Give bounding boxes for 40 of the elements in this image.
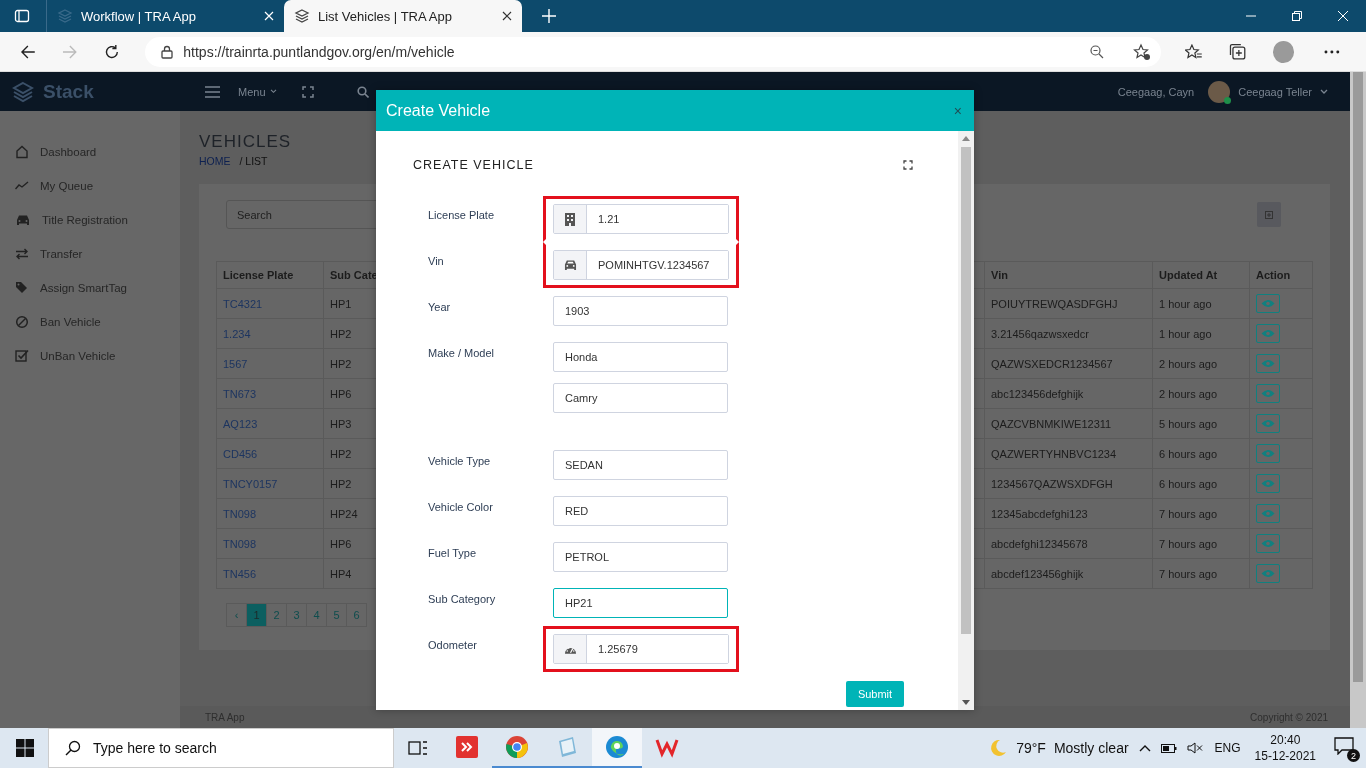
table-cell: 2 hours ago bbox=[1152, 378, 1250, 409]
table-cell: 7 hours ago bbox=[1152, 528, 1250, 559]
breadcrumb-item: / LIST bbox=[239, 155, 268, 167]
table-cell: 3.21456qazwsxedcr bbox=[984, 318, 1153, 349]
notification-count: 2 bbox=[1347, 749, 1360, 762]
table-cell: 2 hours ago bbox=[1152, 348, 1250, 379]
page-title: VEHICLES bbox=[199, 131, 292, 153]
table-cell: 6 hours ago bbox=[1152, 468, 1250, 499]
table-cell: 12345abcdefghi123 bbox=[984, 498, 1153, 529]
table-cell: QAZCVBNMKIWE12311 bbox=[984, 408, 1153, 439]
table-cell: 7 hours ago bbox=[1152, 498, 1250, 529]
column-header: Updated At bbox=[1152, 261, 1250, 289]
table-cell: 7 hours ago bbox=[1152, 558, 1250, 589]
form-heading: CREATE VEHICLE bbox=[413, 158, 534, 172]
table-cell: abcdef123456ghijk bbox=[984, 558, 1153, 589]
field-label: Fuel Type bbox=[428, 546, 478, 561]
field-label: Vin bbox=[428, 254, 445, 269]
column-header: License Plate bbox=[216, 261, 324, 289]
table-cell: 1 hour ago bbox=[1152, 318, 1250, 349]
table-cell: QAZWSXEDCR1234567 bbox=[984, 348, 1153, 379]
column-header: Action bbox=[1249, 261, 1313, 289]
field-label: Year bbox=[428, 300, 452, 315]
table-cell: abc123456defghijk bbox=[984, 378, 1153, 409]
table-cell: abcdefghi12345678 bbox=[984, 528, 1153, 559]
logo-text: Stack bbox=[43, 80, 94, 103]
field-label: Make / Model bbox=[428, 346, 496, 361]
table-cell: 5 hours ago bbox=[1152, 408, 1250, 439]
column-header: Vin bbox=[984, 261, 1153, 289]
user-short-name: Ceegaag, Cayn bbox=[1117, 85, 1195, 98]
field-label: Vehicle Type bbox=[428, 454, 492, 469]
table-cell: QAZWERTYHNBVC1234 bbox=[984, 438, 1153, 469]
field-label: Vehicle Color bbox=[428, 500, 494, 515]
field-label: Sub Category bbox=[428, 592, 497, 607]
table-cell: 1 hour ago bbox=[1152, 288, 1250, 319]
field-label: License Plate bbox=[428, 208, 496, 223]
table-cell: POIUYTREWQASDFGHJ bbox=[984, 288, 1153, 319]
table-cell: 1234567QAZWSXDFGH bbox=[984, 468, 1153, 499]
table-cell: 6 hours ago bbox=[1152, 438, 1250, 469]
dialog-title: Create Vehicle bbox=[386, 101, 491, 120]
field-label: Odometer bbox=[428, 638, 478, 653]
